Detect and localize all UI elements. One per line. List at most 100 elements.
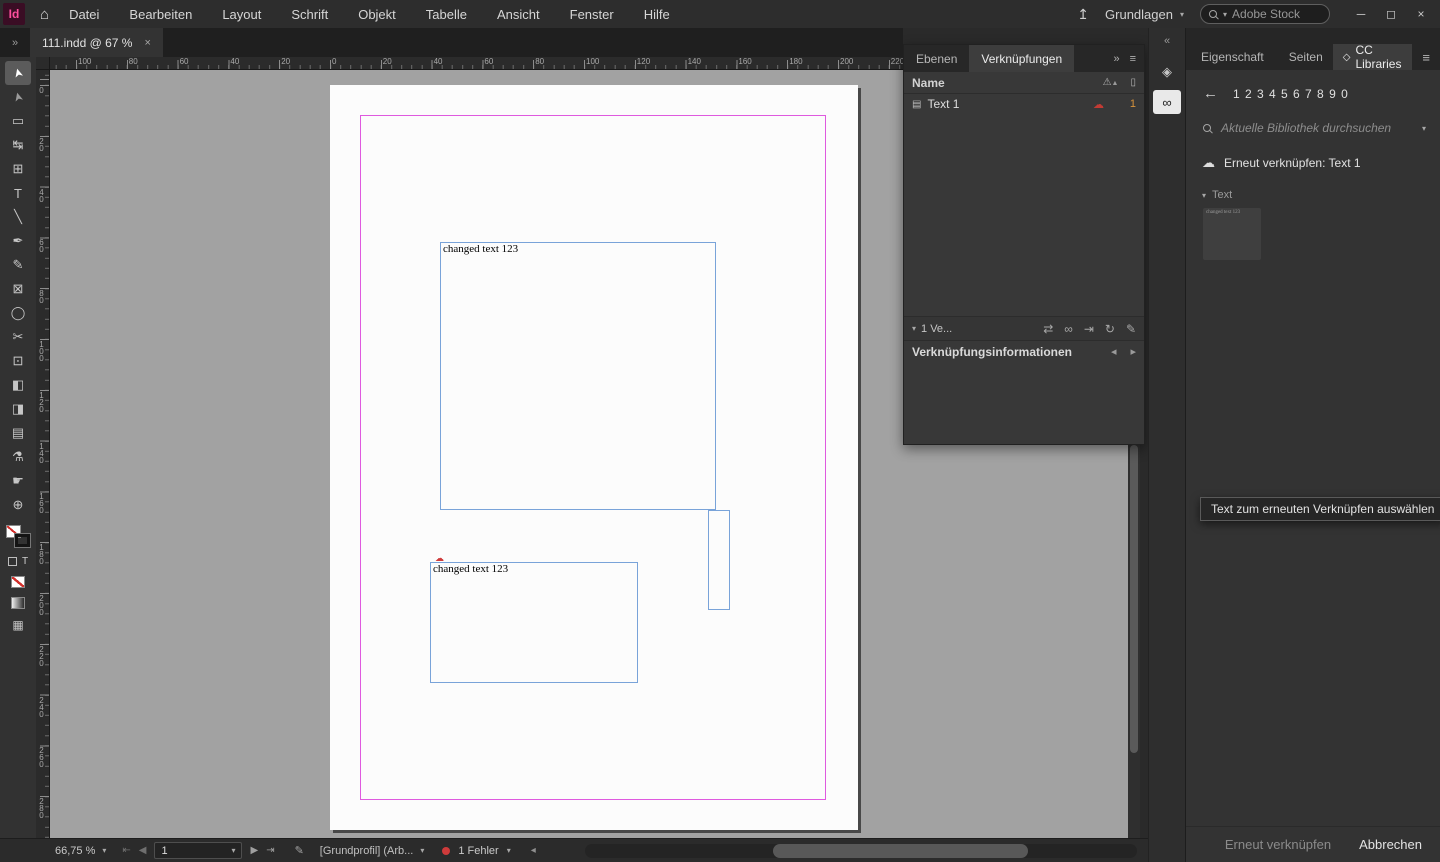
home-icon[interactable]: ⌂ xyxy=(40,6,49,23)
empty-frame[interactable] xyxy=(708,510,730,610)
text-frame-2[interactable]: changed text 123 xyxy=(430,562,638,683)
rectangle-frame-tool[interactable]: ⊠ xyxy=(5,277,31,301)
horizontal-scrollbar-thumb[interactable] xyxy=(773,844,1028,858)
ruler-label: 160 xyxy=(738,57,752,66)
library-name[interactable]: 1 2 3 4 5 6 7 8 9 0 xyxy=(1233,87,1349,101)
prev-page-icon[interactable]: ◀ xyxy=(139,845,147,856)
menu-item[interactable]: Schrift xyxy=(291,7,328,22)
chevron-down-icon[interactable]: ▾ xyxy=(1422,124,1426,133)
edit-original-icon[interactable]: ✎ xyxy=(1126,322,1136,336)
panel-overflow-icon[interactable]: » xyxy=(1113,53,1119,65)
link-page-number[interactable]: 1 xyxy=(1110,98,1136,110)
update-link-icon[interactable]: ↻ xyxy=(1105,322,1115,336)
scissors-tool[interactable]: ✂ xyxy=(5,325,31,349)
toolbar-expand-icon[interactable]: » xyxy=(0,37,30,49)
zoom-tool[interactable]: ⊕ xyxy=(5,493,31,517)
tab-cc-libraries[interactable]: ◇ CC Libraries xyxy=(1332,43,1413,71)
menu-item[interactable]: Datei xyxy=(69,7,99,22)
preflight-errors-dropdown[interactable]: 1 Fehler ▾ xyxy=(442,845,511,857)
links-panel-icon[interactable]: ∞ xyxy=(1153,90,1181,114)
selection-tool[interactable]: ➤ xyxy=(5,61,31,85)
next-page-icon[interactable]: ▶ xyxy=(250,845,258,856)
gradient-feather-tool[interactable]: ◨ xyxy=(5,397,31,421)
tab-seiten[interactable]: Seiten xyxy=(1274,44,1333,70)
direct-selection-tool[interactable]: ➤ xyxy=(5,85,31,109)
formatting-container-icon[interactable] xyxy=(7,557,17,566)
panel-menu-icon[interactable]: ≡ xyxy=(1130,53,1136,65)
menu-item[interactable]: Objekt xyxy=(358,7,396,22)
screen-mode-icon[interactable]: ▦ xyxy=(12,618,23,632)
link-row-text1[interactable]: ▤ Text 1 ☁ 1 xyxy=(904,94,1144,114)
page-tool[interactable]: ▭ xyxy=(5,109,31,133)
chevron-down-icon: ▾ xyxy=(231,846,236,855)
relink-icon[interactable]: ∞ xyxy=(1064,322,1073,336)
panel-menu-icon[interactable]: ≡ xyxy=(1412,44,1440,70)
zoom-level-dropdown[interactable]: 66,75 % ▾ xyxy=(55,845,106,857)
fill-stroke-swatches[interactable] xyxy=(6,525,31,548)
line-tool[interactable]: ╲ xyxy=(5,205,31,229)
selection-count: 1 Ve... xyxy=(921,322,953,335)
last-page-icon[interactable]: ⇥ xyxy=(266,845,274,856)
gradient-swatch-tool[interactable]: ◧ xyxy=(5,373,31,397)
relink-cc-icon[interactable]: ⇄ xyxy=(1043,322,1053,336)
scroll-left-icon[interactable]: ◂ xyxy=(531,845,536,856)
tab-ebenen[interactable]: Ebenen xyxy=(904,45,969,72)
ruler-label: 2 0 0 xyxy=(39,594,44,617)
pencil-tool[interactable]: ✎ xyxy=(5,253,31,277)
tab-eigenschaft[interactable]: Eigenschaft xyxy=(1186,44,1274,70)
goto-link-icon[interactable]: ⇥ xyxy=(1084,322,1094,336)
chevron-down-icon[interactable]: ▾ xyxy=(912,324,916,333)
first-page-icon[interactable]: ⇤ xyxy=(122,845,130,856)
apply-gradient-swatch[interactable] xyxy=(11,597,25,609)
menu-item[interactable]: Hilfe xyxy=(644,7,670,22)
stroke-swatch[interactable] xyxy=(14,533,31,548)
gap-tool[interactable]: ↹ xyxy=(5,133,31,157)
back-arrow-icon[interactable]: ← xyxy=(1203,85,1218,102)
eyedropper-tool[interactable]: ⚗ xyxy=(5,445,31,469)
next-icon[interactable]: ▸ xyxy=(1130,345,1136,358)
formatting-text-icon[interactable]: T xyxy=(22,556,28,567)
name-column-header[interactable]: Name xyxy=(912,76,945,90)
layers-panel-icon[interactable]: ◈ xyxy=(1153,60,1181,84)
menu-item[interactable]: Layout xyxy=(222,7,261,22)
menu-item[interactable]: Ansicht xyxy=(497,7,540,22)
menu-item[interactable]: Fenster xyxy=(570,7,614,22)
ruler-origin-box[interactable] xyxy=(36,57,50,70)
library-search-field[interactable]: Aktuelle Bibliothek durchsuchen ▾ xyxy=(1186,102,1440,135)
preflight-profile-dropdown[interactable]: [Grundprofil] (Arb... ▾ xyxy=(320,845,425,857)
vertical-ruler: 0 2 0 4 0 6 0 8 0 1 0 0 1 2 0 1 4 0 1 6 0 1 8 0 2 … xyxy=(36,70,50,838)
menu-item[interactable]: Bearbeiten xyxy=(129,7,192,22)
workspace-switcher[interactable]: Grundlagen ▾ xyxy=(1105,7,1184,22)
prev-icon[interactable]: ◂ xyxy=(1111,345,1117,358)
menu-item[interactable]: Tabelle xyxy=(426,7,467,22)
restore-button[interactable]: ◻ xyxy=(1376,1,1406,27)
library-asset-thumbnail[interactable]: changed text 123 xyxy=(1203,208,1261,260)
link-info-header[interactable]: Verknüpfungsinformationen ◂ ▸ xyxy=(904,340,1144,362)
apply-none-swatch[interactable] xyxy=(11,576,25,588)
content-collector-tool[interactable]: ⊞ xyxy=(5,157,31,181)
relink-button[interactable]: Erneut verknüpfen xyxy=(1225,837,1331,852)
ellipse-frame-tool[interactable]: ◯ xyxy=(5,301,31,325)
document-tab[interactable]: 111.indd @ 67 % × xyxy=(30,28,163,57)
adobe-stock-search[interactable]: ▾ Adobe Stock xyxy=(1200,4,1330,24)
free-transform-tool[interactable]: ⊡ xyxy=(5,349,31,373)
tab-verknuepfungen[interactable]: Verknüpfungen xyxy=(969,45,1075,72)
page-number-dropdown[interactable]: 1 ▾ xyxy=(154,842,243,859)
hand-tool[interactable]: ☛ xyxy=(5,469,31,493)
minimize-button[interactable]: ─ xyxy=(1346,1,1376,27)
horizontal-scrollbar[interactable] xyxy=(585,844,1137,858)
text-frame-1[interactable]: changed text 123 xyxy=(440,242,716,510)
text-section-header[interactable]: ▾ Text xyxy=(1186,171,1440,201)
vertical-scrollbar-thumb[interactable] xyxy=(1130,445,1138,753)
close-button[interactable]: × xyxy=(1406,1,1436,27)
close-icon[interactable]: × xyxy=(144,37,150,49)
pen-tool[interactable]: ✒ xyxy=(5,229,31,253)
page-column-icon[interactable]: ▯ xyxy=(1130,77,1136,88)
type-tool[interactable]: T xyxy=(5,181,31,205)
share-icon[interactable]: ↥ xyxy=(1077,6,1089,23)
cancel-button[interactable]: Abbrechen xyxy=(1359,837,1422,852)
missing-link-badge-icon[interactable]: ☁ xyxy=(435,553,444,564)
relink-status-label: Erneut verknüpfen: Text 1 xyxy=(1224,156,1361,170)
dock-collapse-icon[interactable]: « xyxy=(1149,35,1185,47)
note-tool[interactable]: ▤ xyxy=(5,421,31,445)
